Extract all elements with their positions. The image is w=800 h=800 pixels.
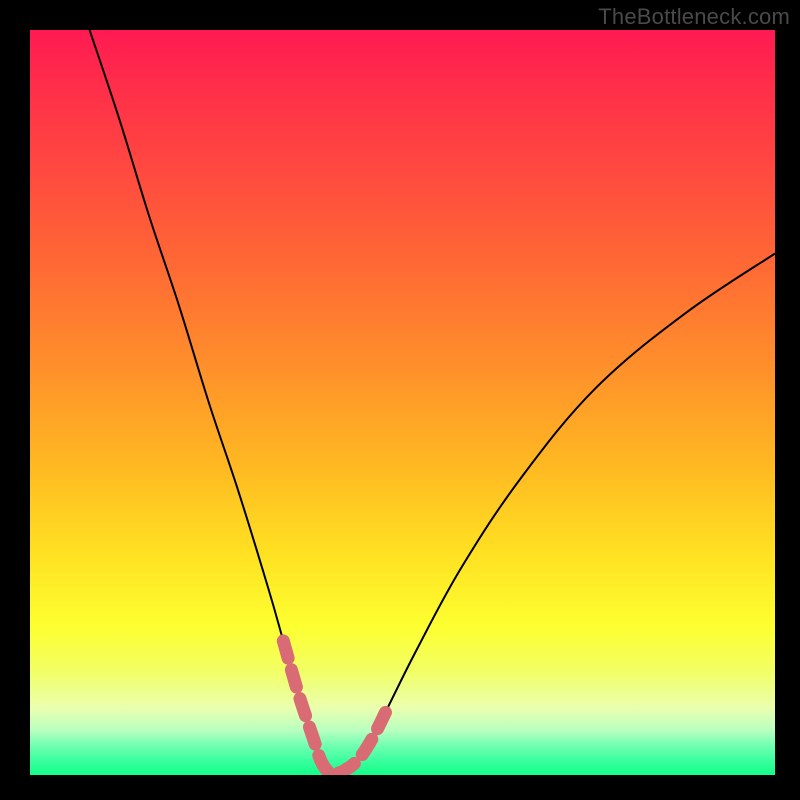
watermark-text: TheBottleneck.com [598, 4, 790, 30]
sweet-spot-highlight [283, 641, 387, 773]
outer-frame: TheBottleneck.com [0, 0, 800, 800]
bottleneck-curve [90, 30, 775, 773]
plot-area [30, 30, 775, 775]
chart-svg [30, 30, 775, 775]
